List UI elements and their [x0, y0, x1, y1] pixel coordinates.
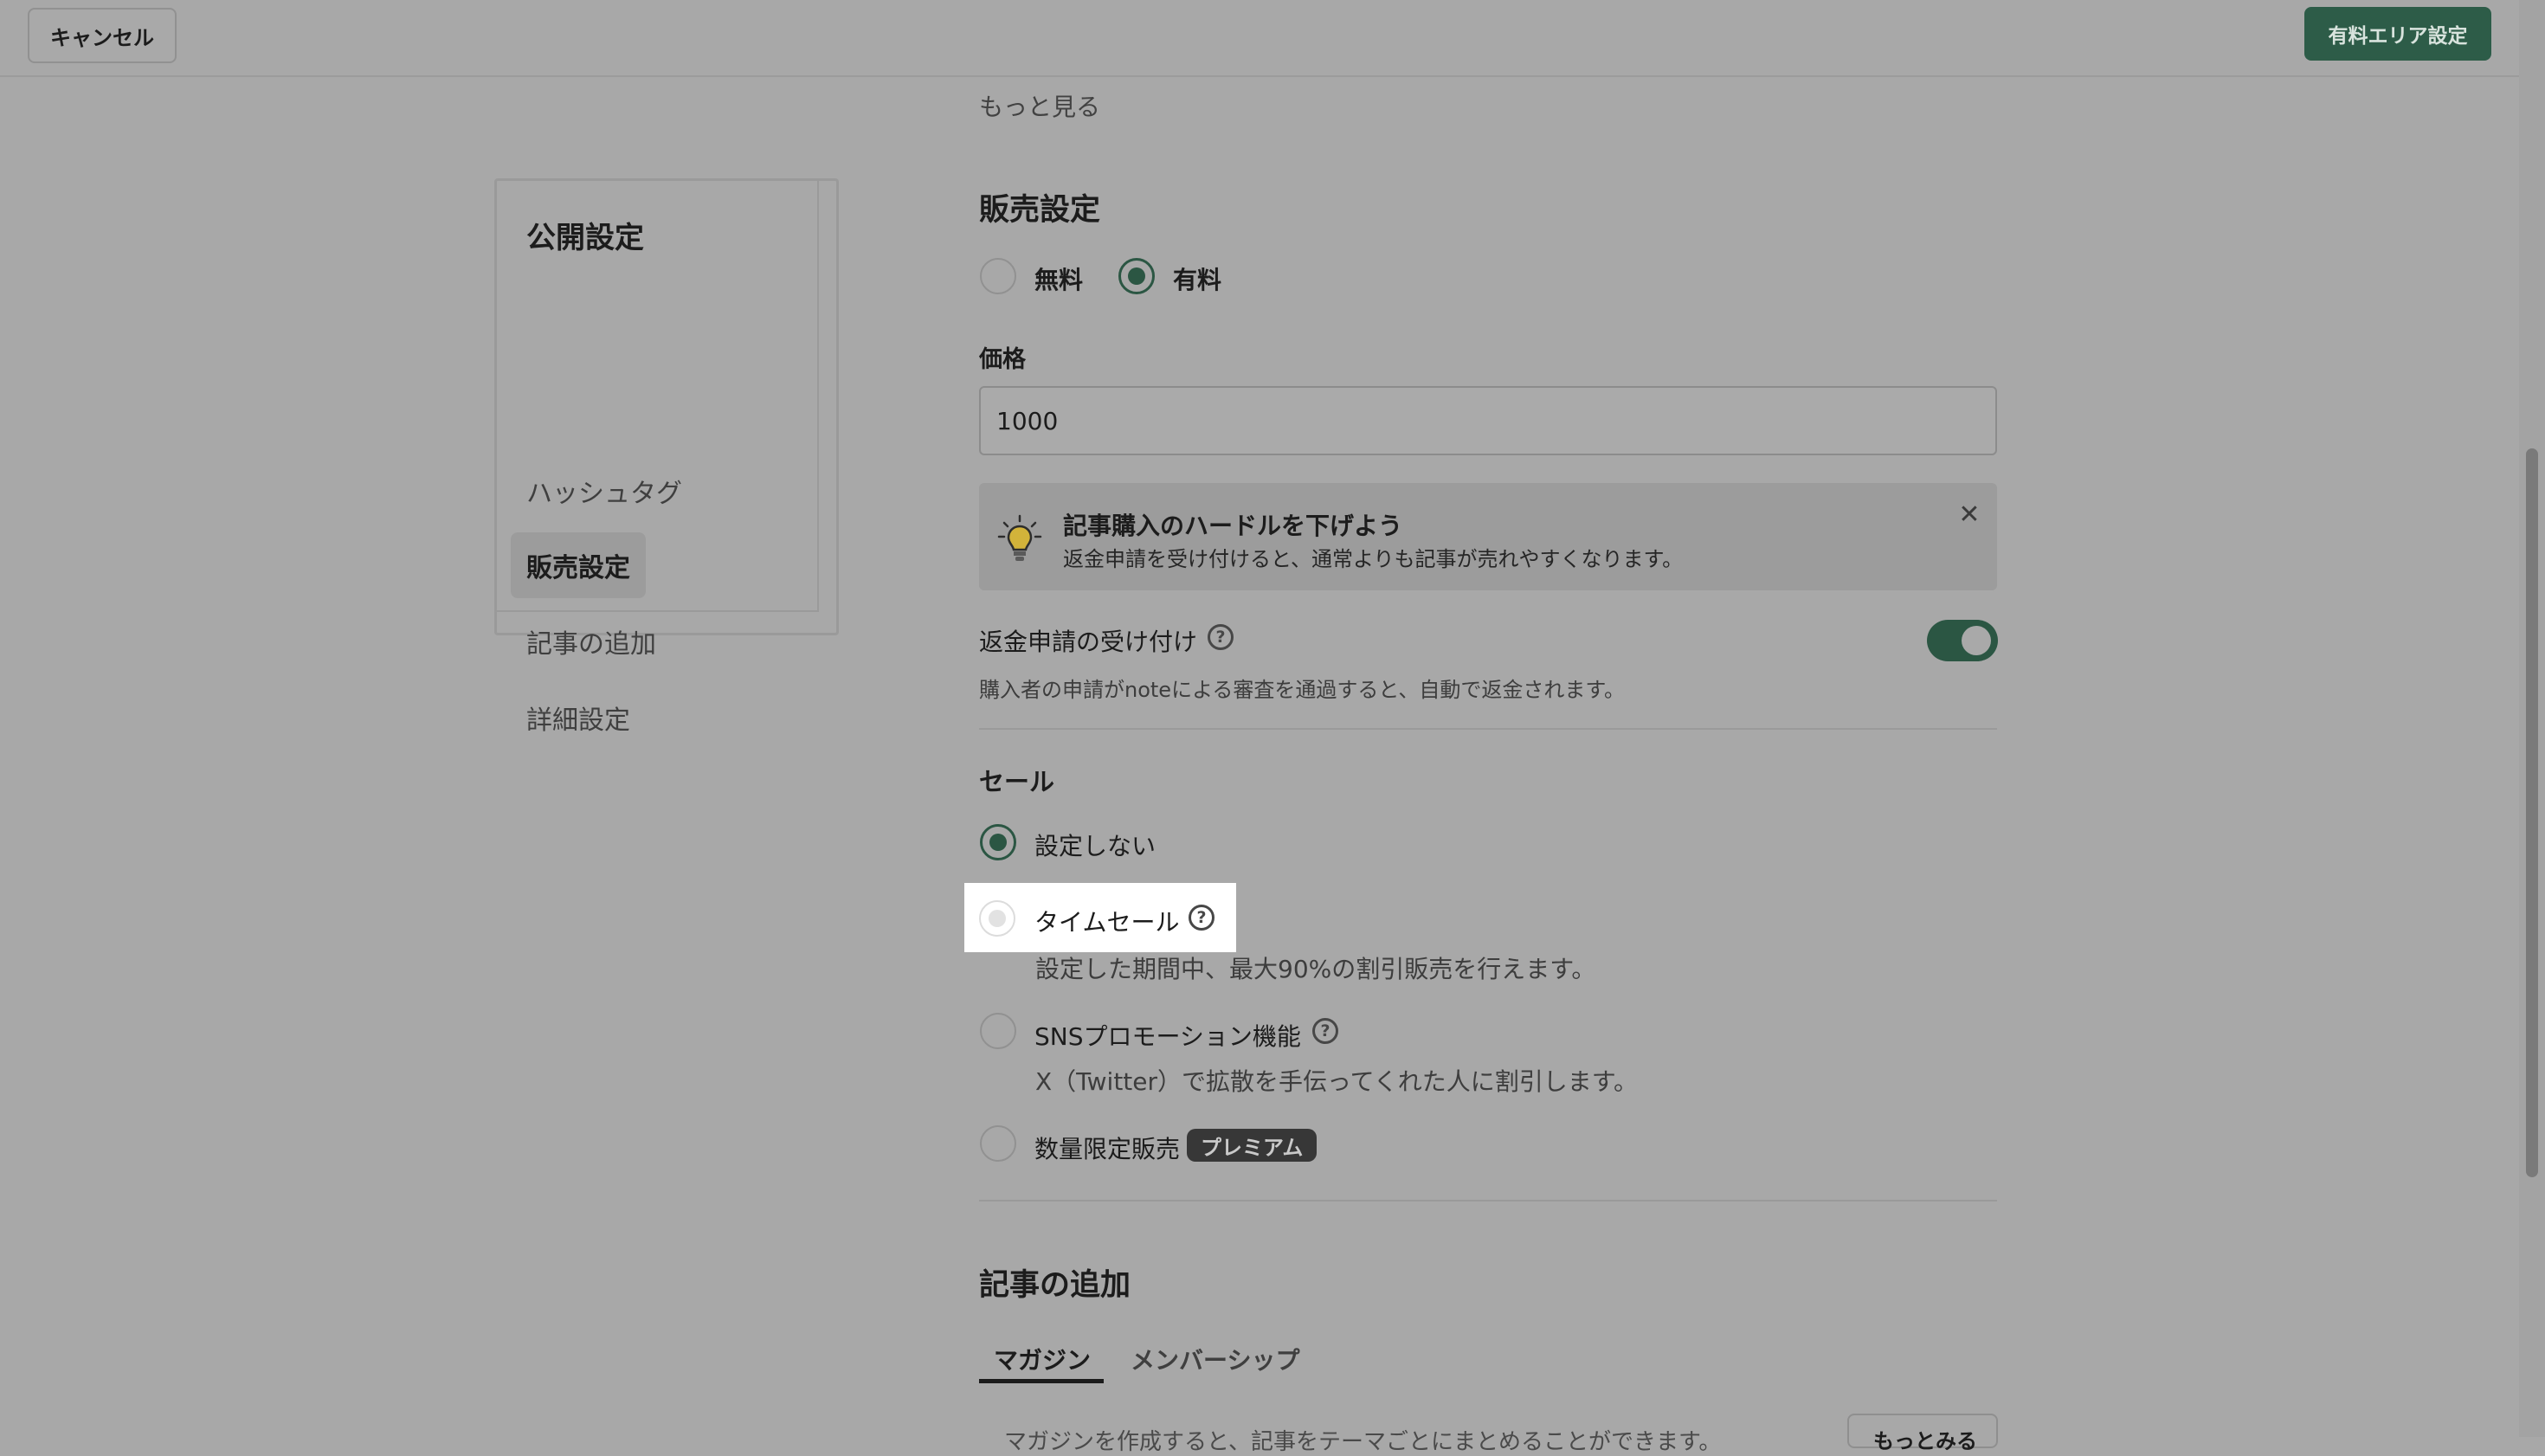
- radio-free-label[interactable]: 無料: [1034, 261, 1083, 296]
- radio-sns-promotion[interactable]: [980, 1013, 1016, 1049]
- paid-area-settings-button[interactable]: 有料エリア設定: [2304, 7, 2491, 61]
- radio-no-sale[interactable]: [980, 824, 1016, 860]
- time-sale-highlight: タイムセール ?: [964, 883, 1236, 952]
- radio-limited-quantity-label[interactable]: 数量限定販売: [1034, 1131, 1180, 1165]
- tab-underline: [979, 1379, 1104, 1383]
- nav-item-advanced-settings[interactable]: 詳細設定: [511, 685, 646, 751]
- radio-limited-quantity[interactable]: [980, 1125, 1016, 1162]
- sns-promotion-description: X（Twitter）で拡散を手伝ってくれた人に割引します。: [1035, 1067, 1638, 1096]
- close-icon[interactable]: ✕: [1954, 499, 1985, 530]
- premium-badge: プレミアム: [1187, 1129, 1318, 1162]
- help-icon[interactable]: ?: [1189, 905, 1215, 931]
- divider: [979, 728, 1997, 730]
- radio-sns-promotion-label[interactable]: SNSプロモーション機能: [1034, 1018, 1301, 1053]
- see-more-button[interactable]: もっとみる: [1847, 1414, 1998, 1453]
- tab-membership[interactable]: メンバーシップ: [1131, 1342, 1299, 1376]
- toggle-knob: [1962, 626, 1991, 655]
- radio-time-sale[interactable]: [979, 900, 1015, 937]
- scrollbar[interactable]: [2519, 0, 2545, 1437]
- sale-heading: セール: [979, 767, 1055, 796]
- help-icon[interactable]: ?: [1312, 1018, 1338, 1044]
- time-sale-description: 設定した期間中、最大90%の割引販売を行えます。: [1035, 955, 1596, 983]
- top-bar: キャンセル 有料エリア設定: [0, 0, 2519, 77]
- nav-item-sales-settings[interactable]: 販売設定: [511, 532, 646, 598]
- see-more-link[interactable]: もっと見る: [979, 88, 1100, 123]
- radio-paid-label[interactable]: 有料: [1173, 261, 1221, 296]
- radio-paid[interactable]: [1118, 258, 1155, 294]
- radio-time-sale-label[interactable]: タイムセール: [1034, 904, 1179, 938]
- lightbulb-icon: [997, 514, 1042, 561]
- help-icon[interactable]: ?: [1208, 624, 1234, 650]
- radio-no-sale-label[interactable]: 設定しない: [1034, 828, 1156, 862]
- refund-description: 購入者の申請がnoteによる審査を通過すると、自動で返金されます。: [979, 678, 1625, 702]
- cancel-button[interactable]: キャンセル: [28, 8, 177, 63]
- side-navigation-title: 公開設定: [526, 221, 644, 255]
- add-article-heading: 記事の追加: [979, 1268, 1131, 1303]
- price-input[interactable]: 1000: [979, 386, 1997, 455]
- refund-toggle[interactable]: [1927, 620, 1998, 661]
- radio-free[interactable]: [980, 258, 1016, 294]
- scrollbar-thumb[interactable]: [2526, 448, 2538, 1177]
- price-label: 価格: [979, 346, 1026, 373]
- nav-item-add-article[interactable]: 記事の追加: [511, 609, 672, 674]
- divider: [979, 1200, 1997, 1202]
- refund-label: 返金申請の受け付け: [979, 628, 1198, 656]
- side-navigation-panel: 公開設定 ハッシュタグ 販売設定 記事の追加 詳細設定: [497, 181, 819, 736]
- side-navigation: 公開設定 ハッシュタグ 販売設定 記事の追加 詳細設定: [494, 178, 839, 736]
- magazine-description: マガジンを作成すると、記事をテーマごとにまとめることができます。: [1004, 1429, 1722, 1455]
- sales-settings-heading: 販売設定: [979, 193, 1101, 228]
- tip-body: 返金申請を受け付けると、通常よりも記事が売れやすくなります。: [1063, 547, 1684, 571]
- tab-magazine[interactable]: マガジン: [994, 1342, 1091, 1376]
- tip-box: 記事購入のハードルを下げよう 返金申請を受け付けると、通常よりも記事が売れやすく…: [979, 483, 1997, 590]
- tip-title: 記事購入のハードルを下げよう: [1063, 512, 1403, 540]
- nav-item-hashtag[interactable]: ハッシュタグ: [511, 458, 698, 524]
